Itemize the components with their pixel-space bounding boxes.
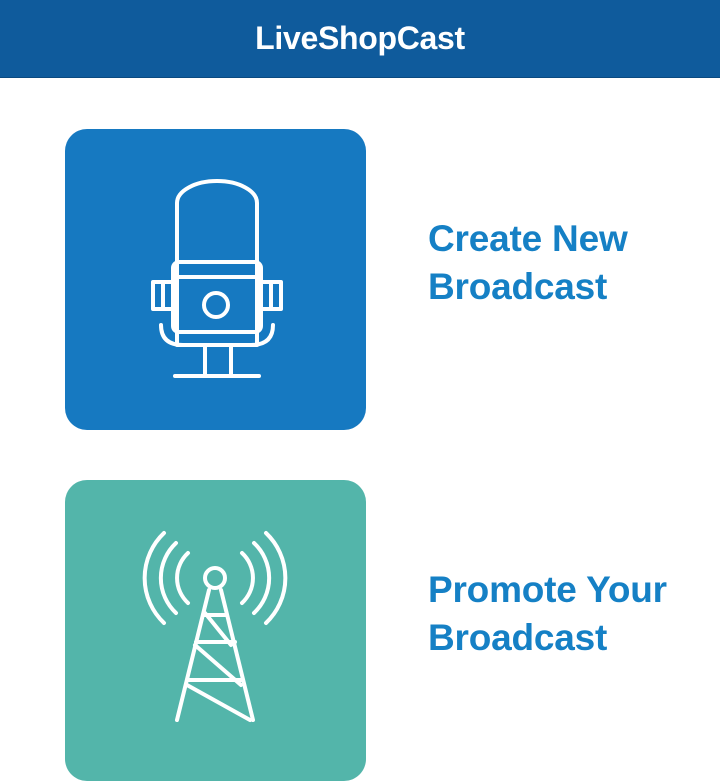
promote-broadcast-card[interactable]: Promote Your Broadcast [0, 480, 720, 781]
app-header: LiveShopCast [0, 0, 720, 78]
create-broadcast-tile[interactable] [65, 129, 366, 430]
app-title: LiveShopCast [255, 20, 465, 56]
create-broadcast-card[interactable]: Create New Broadcast [0, 129, 720, 430]
promote-broadcast-label[interactable]: Promote Your Broadcast [428, 566, 708, 662]
microphone-icon [151, 179, 283, 378]
broadcast-tower-icon [142, 531, 288, 722]
promote-broadcast-label-line2: Broadcast [428, 617, 608, 658]
create-broadcast-label-line1: Create New [428, 218, 628, 259]
promote-broadcast-label-line1: Promote Your [428, 569, 667, 610]
create-broadcast-label[interactable]: Create New Broadcast [428, 215, 708, 311]
create-broadcast-label-line2: Broadcast [428, 266, 608, 307]
promote-broadcast-tile[interactable] [65, 480, 366, 781]
